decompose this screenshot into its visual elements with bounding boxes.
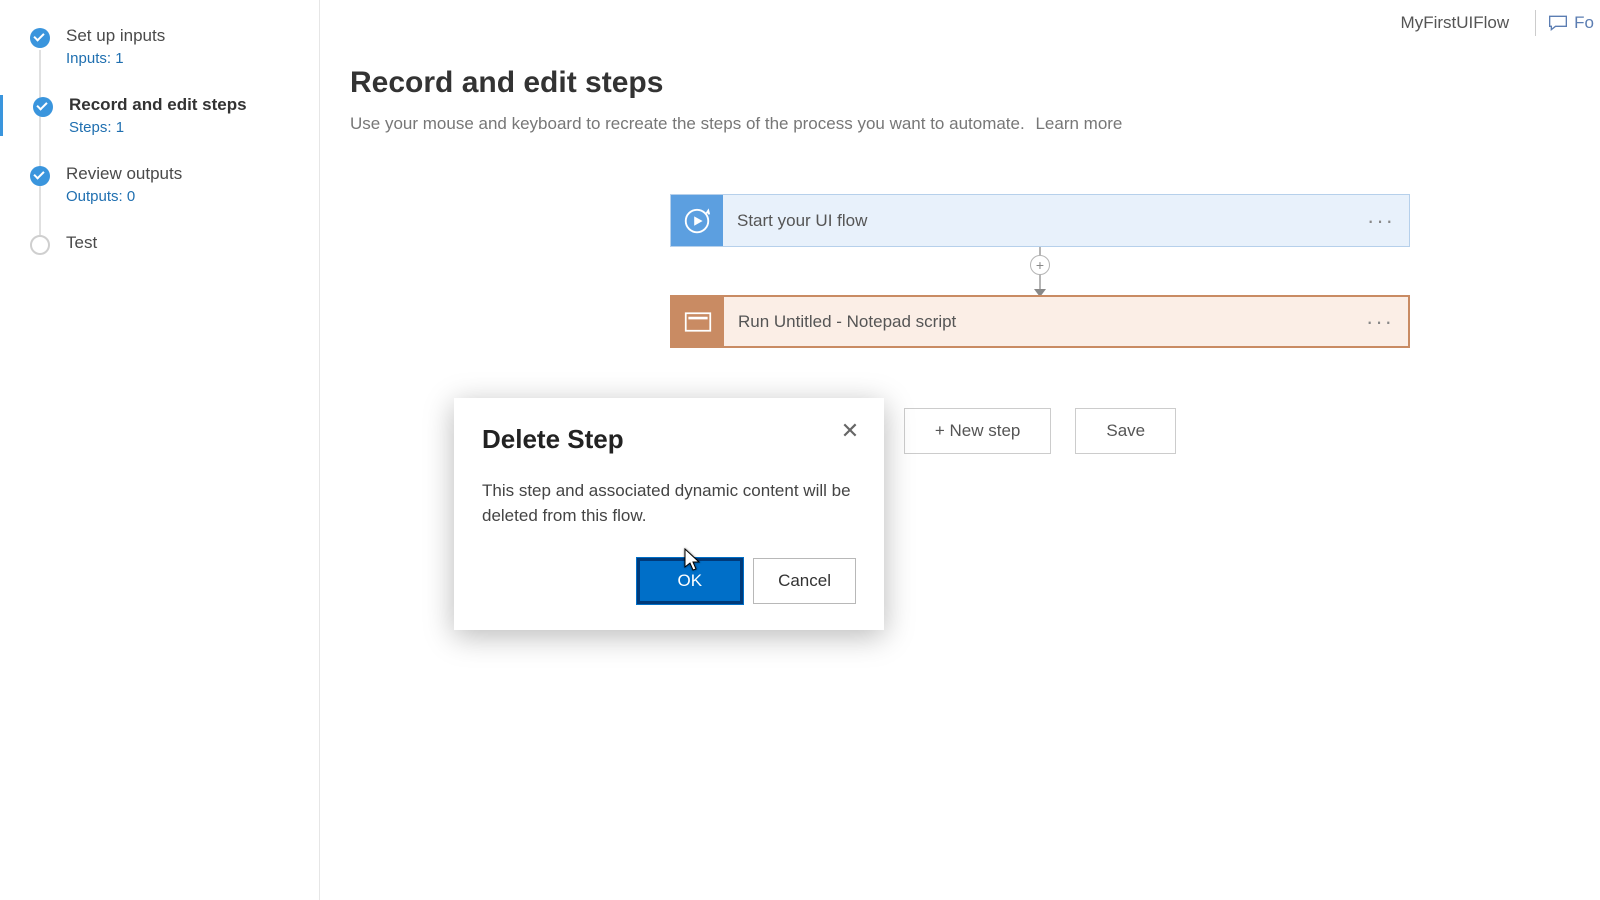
nav-step-sub: Steps: 1 (69, 119, 309, 136)
step-start-menu-icon[interactable]: ··· (1367, 208, 1395, 234)
nav-step-outputs[interactable]: Review outputs Outputs: 0 (30, 164, 309, 205)
top-bar: MyFirstUIFlow Fo (1395, 0, 1600, 46)
step-card-start[interactable]: Start your UI flow ··· (670, 194, 1410, 247)
cancel-button[interactable]: Cancel (753, 558, 856, 604)
play-recycle-icon (671, 195, 723, 246)
dialog-title: Delete Step (482, 424, 856, 455)
learn-more-link[interactable]: Learn more (1035, 114, 1122, 133)
delete-step-dialog: Delete Step ✕ This step and associated d… (454, 398, 884, 630)
dialog-button-row: OK Cancel (482, 558, 856, 604)
feedback-link[interactable]: Fo (1548, 13, 1594, 33)
nav-connector-line (39, 50, 41, 250)
nav-step-sub: Outputs: 0 (66, 188, 309, 205)
check-icon (30, 28, 50, 48)
nav-step-record[interactable]: Record and edit steps Steps: 1 (0, 95, 309, 136)
wizard-sidebar: Set up inputs Inputs: 1 Record and edit … (0, 0, 320, 900)
flow-name-label: MyFirstUIFlow (1401, 13, 1510, 33)
step-connector: + (1039, 247, 1041, 295)
dialog-body: This step and associated dynamic content… (482, 479, 856, 528)
new-step-button[interactable]: + New step (904, 408, 1052, 454)
save-button[interactable]: Save (1075, 408, 1176, 454)
step-start-label: Start your UI flow (723, 211, 867, 231)
feedback-icon (1548, 14, 1568, 32)
nav-step-test[interactable]: Test (30, 233, 309, 253)
topbar-divider (1535, 10, 1536, 36)
close-icon[interactable]: ✕ (838, 420, 862, 444)
page-description-text: Use your mouse and keyboard to recreate … (350, 114, 1025, 133)
add-step-between-icon[interactable]: + (1030, 255, 1050, 275)
page-description: Use your mouse and keyboard to recreate … (350, 114, 1600, 134)
step-run-menu-icon[interactable]: ··· (1366, 309, 1394, 335)
ok-button[interactable]: OK (637, 558, 744, 604)
page-title: Record and edit steps (350, 66, 1600, 100)
check-icon (33, 97, 53, 117)
feedback-text: Fo (1574, 13, 1594, 33)
nav-step-title: Test (66, 233, 309, 253)
nav-step-title: Review outputs (66, 164, 309, 184)
nav-step-title: Set up inputs (66, 26, 309, 46)
circle-icon (30, 235, 50, 255)
step-run-label: Run Untitled - Notepad script (724, 312, 956, 332)
nav-step-inputs[interactable]: Set up inputs Inputs: 1 (30, 26, 309, 67)
check-icon (30, 166, 50, 186)
nav-step-sub: Inputs: 1 (66, 50, 309, 67)
window-icon (672, 297, 724, 346)
step-card-run-script[interactable]: Run Untitled - Notepad script ··· (670, 295, 1410, 348)
nav-step-title: Record and edit steps (69, 95, 309, 115)
